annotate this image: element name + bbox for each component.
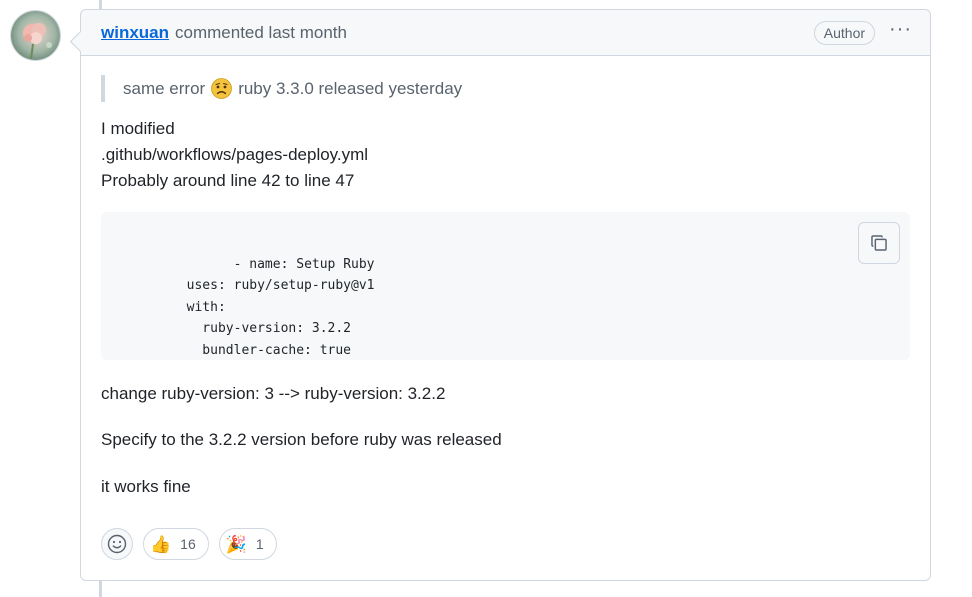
author-badge: Author [813, 20, 876, 45]
reaction-tada[interactable]: 🎉 1 [218, 528, 277, 560]
issue-timeline: winxuan commented last month Author ··· … [0, 0, 972, 597]
code-block: - name: Setup Ruby uses: ruby/setup-ruby… [101, 212, 910, 360]
comment-body: same error ruby 3.3.0 released yesterday… [81, 75, 930, 500]
add-reaction-button[interactable] [101, 528, 133, 560]
blockquote: same error ruby 3.3.0 released yesterday [101, 75, 910, 102]
thumbs-up-icon: 👍 [150, 534, 172, 554]
more-options-icon[interactable]: ··· [889, 19, 912, 44]
note-line-filepath: .github/workflows/pages-deploy.yml [101, 145, 369, 164]
paragraph: Specify to the 3.2.2 version before ruby… [101, 430, 502, 449]
avatar[interactable] [10, 10, 61, 61]
sad-face-emoji-icon [211, 78, 233, 99]
reaction-count: 1 [255, 536, 264, 552]
avatar-image [11, 11, 60, 60]
note-line: Probably around line 42 to line 47 [101, 171, 355, 190]
comment-timestamp[interactable]: commented last month [175, 23, 347, 43]
copy-button[interactable] [858, 222, 900, 264]
paragraph: change ruby-version: 3 --> ruby-version:… [101, 384, 446, 403]
paragraph: it works fine [101, 477, 191, 496]
reaction-thumbs-up[interactable]: 👍 16 [143, 528, 209, 560]
code-content: - name: Setup Ruby uses: ruby/setup-ruby… [186, 256, 375, 358]
copy-icon [871, 235, 887, 251]
comment-header: winxuan commented last month Author ··· [81, 10, 930, 56]
author-link[interactable]: winxuan [101, 23, 169, 43]
quote-text-before: same error [123, 79, 206, 98]
modification-note: I modified .github/workflows/pages-deplo… [101, 116, 910, 194]
tada-icon: 🎉 [225, 534, 247, 554]
smiley-icon [107, 534, 127, 554]
comment-card: winxuan commented last month Author ··· … [69, 9, 931, 581]
note-line: I modified [101, 119, 175, 138]
header-actions: Author ··· [813, 19, 912, 45]
reaction-count: 16 [180, 536, 196, 552]
reactions-bar: 👍 16 🎉 1 [101, 528, 277, 560]
quote-text-after: ruby 3.3.0 released yesterday [238, 79, 463, 98]
